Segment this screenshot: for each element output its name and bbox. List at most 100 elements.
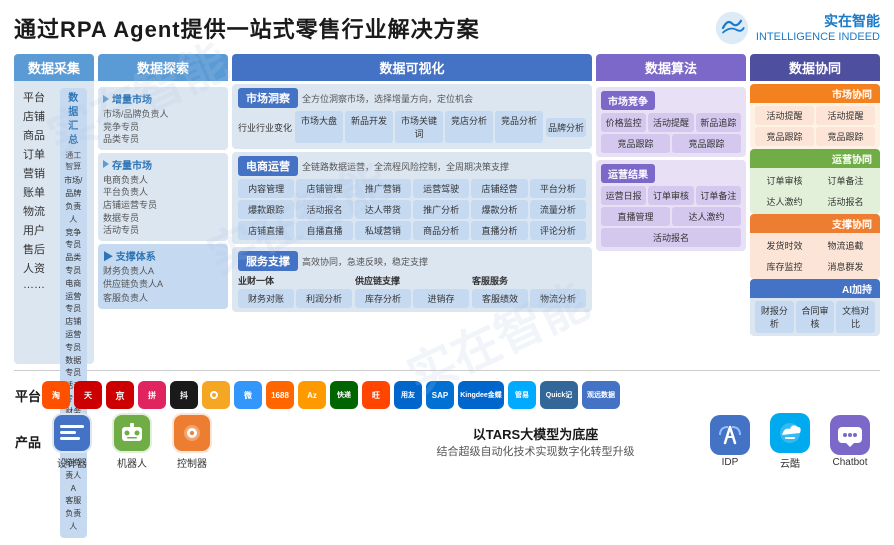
ecom-ops-title: 电商运营 (238, 156, 298, 176)
collab-market-cell2: 活动提醒 (816, 106, 875, 125)
algo-ops-header: 运营结果 (601, 164, 741, 183)
center-box-title: 数据汇总 (64, 92, 84, 148)
service-support-title: 服务支撑 (238, 251, 298, 271)
collab-market-cell1: 活动提醒 (755, 106, 814, 125)
chatbot-label: Chatbot (832, 457, 867, 468)
center-box-roles: 市场/品牌负责人竞争专员品类专员电商运营专员店铺运营专员数据专员活动专员财务负责… (64, 175, 84, 533)
cell-goods-analysis: 商品分析 (413, 221, 469, 240)
collab-ops-header: 运营协同 (750, 149, 880, 168)
explore-support: ▶ 支撑体系 财务负责人A供应链负责人A客服负责人 (98, 244, 228, 310)
cell-traffic-analysis: 流量分析 (530, 200, 586, 219)
collect-item-store: 店铺 (23, 107, 47, 125)
platform-icon-quick[interactable]: Quick记 (540, 381, 578, 409)
collect-item-user: 用户 (23, 221, 47, 239)
product-item-yunku[interactable]: 云酷 (770, 413, 810, 470)
collab-support-section: 支撑协同 发货时效 物流追截 库存监控 消息群发 (750, 214, 880, 279)
cell-kol-invite: 达人激约 (672, 207, 741, 226)
service-support-body: 业财一体 财务对账 利润分析 供应链支撑 库存分析 进销存 (238, 274, 586, 308)
collab-market-header: 市场协同 (750, 84, 880, 103)
collab-support-body: 发货时效 物流追截 库存监控 消息群发 (750, 233, 880, 279)
collab-market-body: 活动提醒 活动提醒 竞品跟踪 竞品跟踪 (750, 103, 880, 149)
platform-icon-sap[interactable]: SAP (426, 381, 454, 409)
explore-increment-sub: 市场/品牌负责人竞争专员品类专员 (103, 108, 223, 146)
platform-icon-kuaishou[interactable] (202, 381, 230, 409)
collab-ai-body: 财报分析 合同审核 文档对比 (750, 298, 880, 336)
platform-icon-tmall[interactable]: 天 (74, 381, 102, 409)
platform-row: 平台 淘 天 京 拼 抖 微 1 (14, 381, 880, 409)
platform-icon-1688[interactable]: 1688 (266, 381, 294, 409)
explore-increment-section: 增量市场 市场/品牌负责人竞争专员品类专员 (98, 87, 228, 150)
collab-ops-cell1: 订单审核 (755, 171, 814, 190)
bottom-platform-wrapper: 平台 淘 天 京 拼 抖 微 1 (14, 370, 880, 470)
robot-icon (114, 415, 150, 451)
product-item-designer[interactable]: 设计器 (52, 413, 92, 470)
cell-logistics-analysis: 物流分析 (530, 289, 586, 308)
collab-ai-cell2: 合同审核 (796, 301, 835, 333)
algo-ops-section: 运营结果 运营日报 订单审核 订单备注 直播管理 达人激约 活动报名 (596, 160, 746, 251)
cell-inventory-analysis: 库存分析 (355, 289, 411, 308)
page-wrapper: 实在智能 实在智能 实在智能 通过RPA Agent提供一站式零售行业解决方案 … (0, 0, 894, 500)
collab-ops-body: 订单审核 订单备注 达人激约 活动报名 (750, 168, 880, 214)
platform-icon-guanyuan[interactable]: 观远数据 (582, 381, 620, 409)
cell-newprod-track: 新品追踪 (696, 113, 741, 132)
platform-icon-douyin[interactable]: 抖 (170, 381, 198, 409)
controller-icon-box (172, 413, 212, 453)
product-item-robot[interactable]: 机器人 (112, 413, 152, 470)
yunku-label: 云酷 (780, 455, 800, 470)
collab-support-header: 支撑协同 (750, 214, 880, 233)
cell-promo-marketing: 推广营销 (355, 179, 411, 198)
product-item-chatbot[interactable]: Chatbot (830, 415, 870, 468)
explore-support-sub: 财务负责人A供应链负责人A客服负责人 (103, 265, 223, 306)
cell-brand-analysis: 品牌分析 (546, 118, 586, 137)
center-box-subtitle: 通工智算 (64, 150, 84, 172)
product-item-idp[interactable]: IDP (710, 415, 750, 468)
controller-label: 控制器 (177, 455, 207, 470)
platform-icon-guanyi[interactable]: 管易 (508, 381, 536, 409)
cell-hot-analysis: 爆款分析 (471, 200, 527, 219)
ecom-ops-header: 电商运营 全链路数据运营，全流程风险控制，全周期决策支撑 (238, 156, 586, 176)
logo-area: 实在智能 INTELLIGENCE INDEED (714, 10, 880, 46)
collab-ops-row1: 订单审核 订单备注 (755, 171, 875, 190)
product-item-controller[interactable]: 控制器 (172, 413, 212, 470)
collect-item-goods: 商品 (23, 126, 47, 144)
collab-support-cell1: 发货时效 (755, 236, 814, 255)
platform-icon-weidian[interactable]: 微 (234, 381, 262, 409)
cell-promo-analysis: 推广分析 (413, 200, 469, 219)
collect-item-hr: 人资 (23, 259, 47, 277)
ecom-ops-row2: 爆款跟踪 活动报名 达人带货 推广分析 爆款分析 流量分析 (238, 200, 586, 219)
cell-ops-daily: 运营日报 (601, 186, 646, 205)
platform-icon-kingdee[interactable]: Kingdee金蝶 (458, 381, 504, 409)
service-support-header: 服务支撑 高效协同，急速反映，稳定支撑 (238, 251, 586, 271)
cell-platform-analysis: 平台分析 (530, 179, 586, 198)
idp-icon-box (710, 415, 750, 455)
idp-icon (710, 415, 750, 455)
product-items-left: 设计器 机器人 (52, 413, 361, 470)
cell-live-mgmt: 直播管理 (601, 207, 670, 226)
controller-icon (174, 415, 210, 451)
collect-item-logistics: 物流 (23, 202, 47, 220)
cell-competitor-store: 竞店分析 (445, 111, 493, 143)
section-market-insight: 市场洞察 全方位洞察市场，选择增量方向，定位机会 行业行业变化 市场大盘 新品开… (232, 84, 592, 149)
main-title: 通过RPA Agent提供一站式零售行业解决方案 (14, 12, 480, 44)
supply-cells: 库存分析 进销存 (355, 289, 469, 308)
cell-ops-drive: 运营驾驶 (413, 179, 469, 198)
cell-finance-reconcile: 财务对账 (238, 289, 294, 308)
collect-item-aftersale: 售后 (23, 240, 47, 258)
cell-activity-alert: 活动提醒 (648, 113, 693, 132)
platform-icon-pdd[interactable]: 拼 (138, 381, 166, 409)
svg-text:Az: Az (307, 391, 317, 400)
cell-store-ops: 店铺经营 (471, 179, 527, 198)
platform-icon-amazon[interactable]: Az (298, 381, 326, 409)
col-header-data-algo: 数据算法 (596, 54, 746, 81)
section-service-support: 服务支撑 高效协同，急速反映，稳定支撑 业财一体 财务对账 利润分析 供应链支撑 (232, 247, 592, 312)
platform-icon-wangwang[interactable]: 旺 (362, 381, 390, 409)
market-row1-label: 行业行业变化 (238, 121, 292, 134)
cell-store-live: 店铺直播 (238, 221, 294, 240)
platform-icon-yonyou[interactable]: 用友 (394, 381, 422, 409)
platform-icon-kuaidi[interactable]: 快递 (330, 381, 358, 409)
subsection-customer-title: 客服服务 (472, 274, 586, 287)
cell-market-daipan: 市场大盘 (295, 111, 343, 143)
idp-label: IDP (722, 457, 739, 468)
platform-icon-taobao[interactable]: 淘 (42, 381, 70, 409)
platform-icon-jd[interactable]: 京 (106, 381, 134, 409)
